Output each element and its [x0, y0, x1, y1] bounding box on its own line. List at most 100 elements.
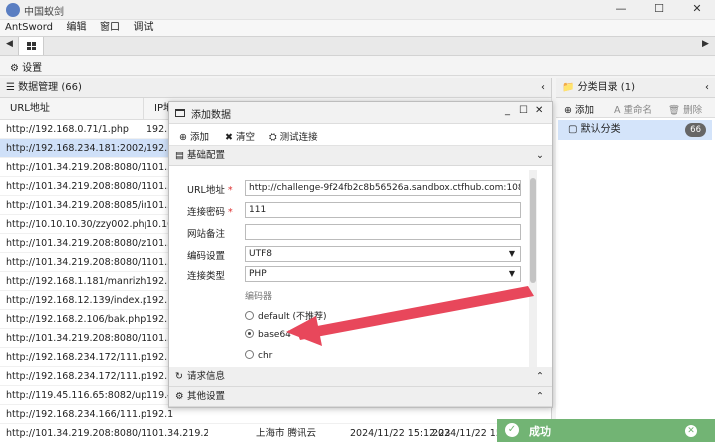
section-other-settings[interactable]: ⚙ 其他设置 ⌃ — [169, 387, 552, 407]
collapse-chevron-icon[interactable]: ‹ — [541, 78, 545, 98]
row-url: http://101.34.219.208:8080/1.php — [6, 257, 146, 268]
category-collapse-chevron-icon[interactable]: ‹ — [705, 78, 709, 98]
collapse-chevron-icon: ⌃ — [536, 391, 544, 402]
add-category-button[interactable]: ⊕ 添加 — [564, 102, 594, 116]
dialog-title: 添加数据 — [191, 110, 231, 121]
window-icon — [175, 109, 185, 117]
close-window-button[interactable]: ✕ — [686, 2, 708, 18]
rename-category-button[interactable]: A 重命名 — [614, 102, 652, 116]
toast-close-button[interactable]: ✕ — [685, 425, 697, 437]
radio-icon — [245, 350, 254, 359]
add-data-dialog: 添加数据 _ ☐ ✕ ⊕ 添加 ✖ 清空 ⛭ 测试连接 ▤ 基础配置 ⌄ URL… — [168, 101, 553, 408]
collapse-chevron-icon: ⌃ — [536, 371, 544, 382]
radio-encoder-base64[interactable]: base64 — [245, 329, 291, 340]
maximize-button[interactable]: ☐ — [648, 2, 670, 18]
category-panel: 📁 分类目录 (1) ‹ ⊕ 添加 A 重命名 🗑 删除 ▢ 默认分类 66 — [556, 78, 715, 442]
encoding-select[interactable]: UTF8 ▼ — [245, 246, 521, 262]
row-url: http://101.34.219.208:8080/zzy00 — [6, 238, 146, 249]
dialog-scrollbar[interactable] — [529, 170, 537, 367]
category-count-badge: 66 — [685, 123, 706, 137]
dialog-titlebar: 添加数据 _ ☐ ✕ — [169, 102, 552, 124]
section-request-label: 请求信息 — [187, 371, 226, 382]
row-url: http://101.34.219.208:8080/1.php — [6, 333, 146, 344]
dialog-add-button[interactable]: ⊕ 添加 — [179, 129, 209, 143]
row-url: http://192.168.12.139/index.php? — [6, 295, 146, 306]
dropdown-arrow-icon: ▼ — [508, 269, 516, 278]
scrollbar-thumb[interactable] — [530, 178, 536, 283]
grid-icon — [27, 42, 36, 50]
category-panel-title: 📁 分类目录 (1) — [562, 82, 635, 93]
dialog-toolbar: ⊕ 添加 ✖ 清空 ⛭ 测试连接 — [169, 124, 552, 146]
column-header-url[interactable]: URL地址 — [0, 98, 144, 120]
note-label: 网站备注 — [187, 229, 226, 240]
main-toolbar: ⚙ 设置 — [0, 56, 715, 76]
test-connection-button[interactable]: ⛭ 测试连接 — [269, 129, 318, 143]
list-icon: ▤ — [175, 150, 184, 161]
refresh-icon: ↻ — [175, 371, 183, 382]
encoding-label: 编码设置 — [187, 251, 226, 262]
connection-type-value: PHP — [249, 269, 267, 279]
menu-bar: AntSword 编辑 窗口 调试 — [0, 20, 715, 36]
password-input[interactable]: 111 — [245, 202, 521, 218]
menu-debug[interactable]: 调试 — [129, 20, 159, 36]
type-label: 连接类型 — [187, 271, 226, 282]
dialog-maximize-button[interactable]: ☐ — [519, 105, 528, 116]
row-ip: 101.34.219.208 — [146, 428, 208, 439]
section-request-info[interactable]: ↻ 请求信息 ⌃ — [169, 367, 552, 387]
url-label: URL地址 * — [187, 185, 233, 196]
table-row[interactable]: http://101.34.219.208:8080/1.php101.34.2… — [0, 424, 552, 442]
category-label: ▢ 默认分类 — [568, 124, 621, 135]
row-url: http://192.168.0.71/1.php — [6, 124, 129, 135]
check-icon: ✓ — [505, 423, 519, 437]
radio-encoder-chr[interactable]: chr — [245, 350, 272, 361]
row-url: http://101.34.219.208:8080/1.php — [6, 162, 146, 173]
data-panel-header: ☰ 数据管理 (66) ‹ — [0, 78, 551, 98]
url-input[interactable]: http://challenge-9f24fb2c8b56526a.sandbo… — [245, 180, 521, 196]
success-toast: ✓ 成功 ✕ — [497, 419, 715, 442]
radio-selected-icon — [245, 329, 254, 338]
row-url: http://192.168.234.172/111.php — [6, 352, 146, 363]
menu-antsword[interactable]: AntSword — [0, 20, 58, 36]
gear-icon: ⚙ — [175, 391, 184, 402]
menu-window[interactable]: 窗口 — [95, 20, 125, 36]
row-url: http://10.10.10.30/zzy002.php — [6, 219, 146, 230]
tab-scroll-right-icon[interactable]: ▶ — [702, 39, 709, 49]
settings-button[interactable]: ⚙ 设置 — [10, 59, 42, 74]
row-url: http://119.45.116.65:8082/upload — [6, 390, 146, 401]
category-item-default[interactable]: ▢ 默认分类 66 — [558, 120, 712, 140]
encoder-label: 编码器 — [245, 292, 273, 302]
section-other-label: 其他设置 — [187, 391, 226, 402]
window-title: 中国蚁剑 — [24, 7, 64, 18]
row-url: http://192.168.234.181:2002/shel — [6, 143, 146, 154]
row-url: http://192.168.234.172/111.php — [6, 371, 146, 382]
row-url: http://192.168.234.166/111.php — [6, 409, 146, 420]
password-label: 连接密码 * — [187, 207, 233, 218]
minimize-button[interactable]: — — [610, 2, 632, 18]
tab-scroll-left-icon[interactable]: ◀ — [6, 39, 13, 49]
dialog-close-button[interactable]: ✕ — [535, 105, 543, 116]
row-url: http://101.34.219.208:8080/1.php — [6, 181, 146, 192]
tab-home[interactable] — [18, 37, 44, 55]
menu-edit[interactable]: 编辑 — [62, 20, 92, 36]
category-panel-header: 📁 分类目录 (1) ‹ — [556, 78, 715, 98]
dialog-minimize-button[interactable]: _ — [505, 105, 510, 116]
section-basic-label: 基础配置 — [187, 150, 226, 161]
encoding-value: UTF8 — [249, 249, 272, 259]
connection-type-select[interactable]: PHP ▼ — [245, 266, 521, 282]
radio-encoder-default[interactable]: default (不推荐) — [245, 309, 327, 322]
row-url: http://192.168.1.181/manrizhi.php — [6, 276, 146, 287]
delete-category-button[interactable]: 🗑 删除 — [668, 102, 702, 116]
radio-icon — [245, 311, 254, 320]
section-basic-config[interactable]: ▤ 基础配置 ⌄ — [169, 146, 552, 166]
row-url: http://101.34.219.208:8085/image — [6, 200, 146, 211]
window-titlebar: 中国蚁剑 — ☐ ✕ — [0, 0, 715, 20]
expand-chevron-icon: ⌄ — [536, 150, 544, 161]
dialog-clear-button[interactable]: ✖ 清空 — [225, 129, 255, 143]
category-toolbar: ⊕ 添加 A 重命名 🗑 删除 — [556, 98, 715, 118]
antsword-logo-icon — [6, 3, 20, 17]
row-url: http://192.168.2.106/bak.php — [6, 314, 146, 325]
tab-bar: ◀ ▶ — [0, 36, 715, 56]
note-input[interactable] — [245, 224, 521, 240]
data-panel-title: ☰ 数据管理 (66) — [6, 82, 82, 93]
row-address: 上海市 腾讯云 — [256, 428, 317, 439]
